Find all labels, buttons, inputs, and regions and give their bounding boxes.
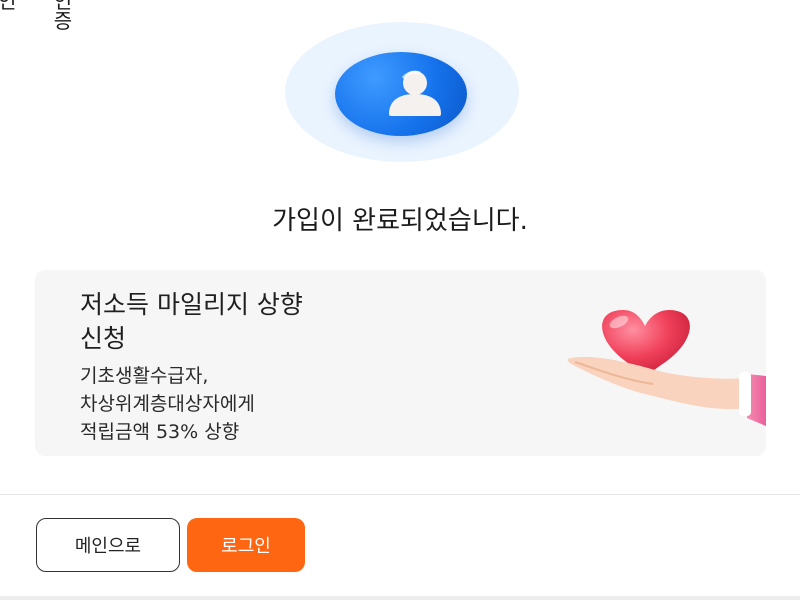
main-button[interactable]: 메인으로 [36, 518, 180, 572]
heart-in-hand-icon [567, 310, 766, 426]
promo-title: 저소득 마일리지 상향 신청 [80, 288, 440, 356]
promo-title-line1: 저소득 마일리지 상향 [80, 290, 303, 319]
corner-text-bottom: 증 [53, 9, 73, 33]
promo-title-line2: 신청 [80, 324, 127, 353]
bottom-divider [0, 596, 800, 600]
login-button[interactable]: 로그인 [187, 518, 305, 572]
signup-complete-message: 가입이 완료되었습니다. [272, 206, 528, 236]
user-icon [389, 70, 441, 116]
corner-text-left: 인 [0, 0, 17, 13]
promo-description: 기초생활수급자, 차상위계층대상자에게 적립금액 53% 상향 [80, 365, 255, 443]
divider [0, 494, 800, 495]
promo-card[interactable]: 저소득 마일리지 상향 신청 기초생활수급자, 차상위계층대상자에게 적립금액 … [35, 270, 766, 456]
corner-text-stack: 인 증 [51, 0, 75, 31]
